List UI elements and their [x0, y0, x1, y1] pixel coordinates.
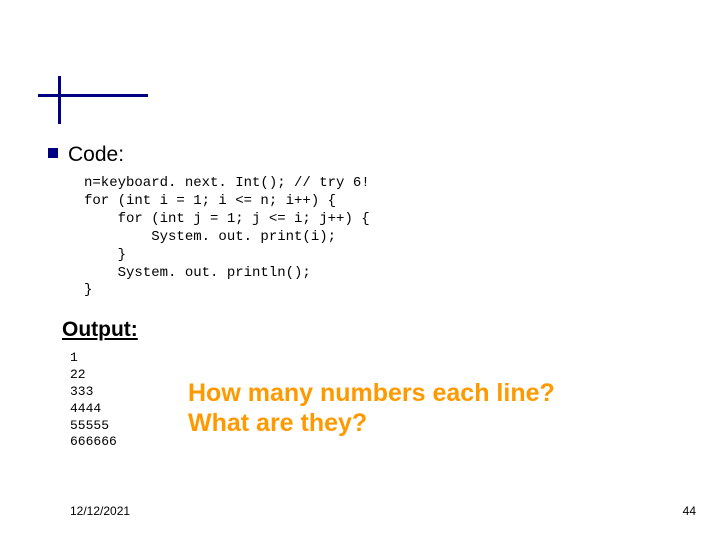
question-line-1: How many numbers each line?	[188, 379, 555, 408]
section-code: Code:	[48, 143, 124, 167]
logo-vertical-bar	[58, 76, 61, 124]
code-heading: Code:	[68, 143, 124, 166]
bullet-square-icon	[48, 148, 58, 158]
code-block: n=keyboard. next. Int(); // try 6! for (…	[84, 175, 370, 300]
logo-horizontal-bar	[38, 94, 148, 97]
footer-page-number: 44	[683, 504, 696, 518]
output-block: 1 22 333 4444 55555 666666	[70, 350, 117, 451]
footer-date: 12/12/2021	[70, 504, 130, 518]
output-heading: Output:	[62, 318, 138, 342]
question-line-2: What are they?	[188, 409, 367, 438]
